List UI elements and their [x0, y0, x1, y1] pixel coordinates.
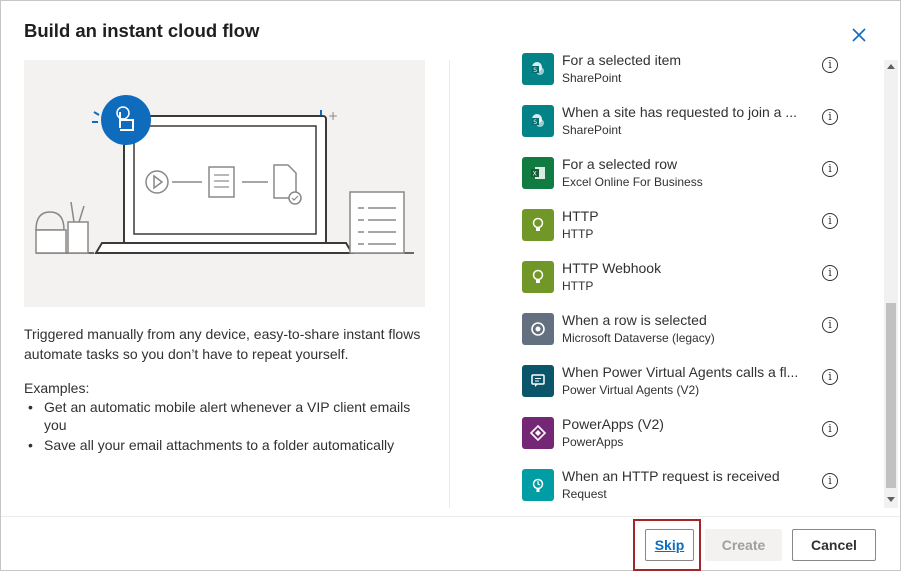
examples-heading: Examples: [24, 380, 90, 396]
trigger-connector: Power Virtual Agents (V2) [562, 383, 700, 397]
example-item: Save all your email attachments to a fol… [24, 436, 424, 454]
trigger-item[interactable]: When a row is selected Microsoft Datavers… [511, 305, 883, 357]
info-icon[interactable]: i [822, 421, 838, 437]
info-icon[interactable]: i [822, 369, 838, 385]
skip-button[interactable]: Skip [645, 529, 694, 561]
trigger-name: When Power Virtual Agents calls a fl... [562, 364, 799, 380]
excel-icon: X [522, 157, 554, 189]
trigger-name: PowerApps (V2) [562, 416, 664, 432]
trigger-name: When a row is selected [562, 312, 707, 328]
panel-divider [449, 60, 450, 508]
svg-text:+: + [328, 109, 338, 123]
info-icon[interactable]: i [822, 161, 838, 177]
trigger-item[interactable]: HTTP Webhook HTTP i [511, 253, 883, 305]
request-icon [522, 469, 554, 501]
instant-flow-dialog: Build an instant cloud flow + Triggered … [0, 0, 901, 571]
info-icon[interactable]: i [822, 109, 838, 125]
example-item: Get an automatic mobile alert whenever a… [24, 398, 424, 434]
trigger-connector: SharePoint [562, 71, 622, 85]
close-icon [852, 28, 866, 42]
info-icon[interactable]: i [822, 57, 838, 73]
illustration: + [24, 60, 425, 307]
trigger-item[interactable]: X For a selected row Excel Online For Busi… [511, 149, 883, 201]
trigger-name: For a selected item [562, 52, 682, 68]
trigger-name: For a selected row [562, 156, 678, 172]
info-icon[interactable]: i [822, 265, 838, 281]
trigger-item[interactable]: PowerApps (V2) PowerApps i [511, 409, 883, 461]
footer-divider [1, 516, 900, 517]
trigger-list-inner: S For a selected item SharePoint i S When a s… [511, 49, 883, 509]
trigger-item[interactable]: S For a selected item SharePoint i [511, 49, 883, 97]
trigger-connector: HTTP [562, 227, 594, 241]
flow-description: Triggered manually from any device, easy… [24, 326, 421, 362]
dataverse-icon [522, 313, 554, 345]
trigger-item[interactable]: S When a site has requested to join a ...… [511, 97, 883, 149]
create-button[interactable]: Create [705, 529, 782, 561]
info-icon[interactable]: i [822, 473, 838, 489]
info-icon[interactable]: i [822, 213, 838, 229]
dialog-title: Build an instant cloud flow [24, 20, 260, 41]
trigger-connector: Request [562, 487, 607, 501]
scroll-up-arrow-icon[interactable] [887, 64, 895, 69]
examples-list: Get an automatic mobile alert whenever a… [24, 398, 424, 456]
trigger-item[interactable]: When Power Virtual Agents calls a fl... P… [511, 357, 883, 409]
info-icon[interactable]: i [822, 317, 838, 333]
trigger-connector: HTTP [562, 279, 594, 293]
trigger-connector: PowerApps [562, 435, 624, 449]
trigger-connector: SharePoint [562, 123, 622, 137]
scroll-down-arrow-icon[interactable] [887, 497, 895, 502]
trigger-connector: Excel Online For Business [562, 175, 703, 189]
powerapps-icon [522, 417, 554, 449]
pva-icon [522, 365, 554, 397]
http-icon [522, 261, 554, 293]
svg-text:S: S [533, 119, 537, 126]
trigger-name: HTTP [562, 208, 599, 224]
cancel-button[interactable]: Cancel [792, 529, 876, 561]
trigger-item[interactable]: HTTP HTTP i [511, 201, 883, 253]
sharepoint-icon: S [522, 105, 554, 137]
http-icon [522, 209, 554, 241]
laptop-illustration: + [35, 95, 414, 254]
trigger-name: When an HTTP request is received [562, 468, 780, 484]
svg-text:S: S [533, 67, 537, 74]
close-button[interactable] [847, 23, 871, 47]
sharepoint-icon: S [522, 53, 554, 85]
trigger-list-scrollbar[interactable] [884, 60, 898, 508]
trigger-name: When a site has requested to join a ... [562, 104, 798, 120]
scroll-thumb[interactable] [886, 303, 896, 488]
trigger-connector: Microsoft Dataverse (legacy) [562, 331, 715, 345]
trigger-name: HTTP Webhook [562, 260, 662, 276]
svg-text:X: X [533, 171, 537, 178]
trigger-item[interactable]: When an HTTP request is received Request i [511, 461, 883, 509]
trigger-list: S For a selected item SharePoint i S When a s… [511, 49, 883, 509]
